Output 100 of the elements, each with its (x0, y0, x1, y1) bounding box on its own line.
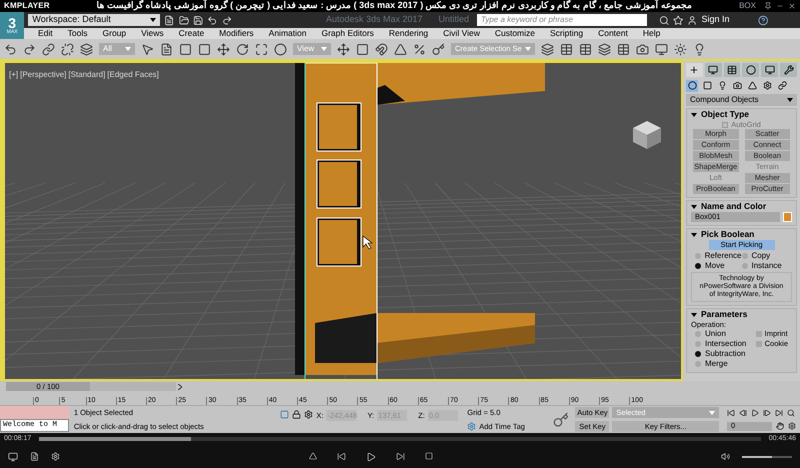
stack-icon[interactable] (598, 42, 611, 56)
move-icon[interactable] (217, 42, 230, 56)
radio-button[interactable] (742, 253, 748, 259)
radio-button[interactable] (695, 253, 701, 259)
go-to-start-icon[interactable] (727, 408, 735, 416)
next-frame-icon[interactable] (763, 408, 771, 416)
set-key-icon[interactable] (552, 412, 569, 428)
radio-button[interactable] (695, 263, 701, 269)
radio-button[interactable] (695, 361, 701, 367)
viewcube-icon[interactable] (633, 121, 661, 149)
rollout-title[interactable]: Name and Color (701, 200, 766, 213)
sphere-icon[interactable] (686, 80, 698, 92)
render-icon[interactable] (674, 42, 687, 56)
settings-icon[interactable] (51, 452, 60, 461)
camera-icon[interactable] (731, 80, 743, 92)
menu-item[interactable]: Graph Editors (321, 27, 374, 40)
radio-button[interactable] (695, 351, 701, 357)
helper-icon[interactable] (746, 80, 758, 92)
previous-icon[interactable] (336, 452, 346, 460)
link-icon[interactable] (42, 42, 55, 56)
open-folder-icon[interactable] (178, 14, 189, 26)
caret-icon[interactable] (691, 232, 697, 236)
menu-item[interactable]: Civil View (443, 27, 480, 40)
radio-button[interactable] (695, 331, 701, 337)
new-file-icon[interactable] (164, 14, 175, 26)
radio-button[interactable] (742, 263, 748, 269)
shapes-icon[interactable] (701, 80, 713, 92)
viewport-label[interactable]: [Standard] (68, 69, 106, 81)
rotate-icon[interactable] (236, 42, 249, 56)
caret-icon[interactable] (787, 98, 793, 102)
viewport-label[interactable]: [Perspective] (20, 69, 66, 81)
layers-icon[interactable] (80, 42, 93, 56)
rollout-title[interactable]: Parameters (701, 308, 748, 321)
caret-icon[interactable] (691, 312, 697, 316)
menu-item[interactable]: Tools (68, 27, 88, 40)
unlink-icon[interactable] (61, 42, 74, 56)
next-icon[interactable] (396, 452, 404, 460)
menu-item[interactable]: Create (178, 27, 204, 40)
save-icon[interactable] (192, 14, 204, 26)
pan-icon[interactable] (776, 422, 784, 430)
angle-snap-icon[interactable] (394, 42, 407, 56)
frame-window-icon[interactable] (655, 42, 668, 56)
create-tab-icon[interactable] (686, 63, 703, 77)
zoom-icon[interactable] (787, 408, 795, 416)
grid-icon[interactable] (617, 42, 630, 56)
menu-item[interactable]: Modifiers (219, 27, 254, 40)
object-color-swatch[interactable] (783, 212, 792, 222)
previous-frame-icon[interactable] (739, 408, 747, 416)
autogrid-checkbox[interactable] (722, 122, 728, 128)
volume-icon[interactable] (721, 452, 730, 461)
user-icon[interactable] (687, 14, 698, 26)
menu-item[interactable]: Help (642, 27, 660, 40)
caret-icon[interactable] (691, 112, 697, 116)
menu-item[interactable]: Edit (38, 27, 53, 40)
caret-icon[interactable] (150, 18, 156, 22)
menu-item[interactable]: Group (102, 27, 126, 40)
menu-item[interactable]: Content (598, 27, 628, 40)
menu-item[interactable]: Customize (494, 27, 535, 40)
frame-icon[interactable] (356, 42, 369, 56)
pointer-icon[interactable] (141, 42, 154, 56)
help-icon[interactable] (758, 14, 768, 26)
checkbox[interactable] (756, 331, 762, 337)
eject-icon[interactable] (308, 452, 316, 460)
box-label[interactable]: BOX (739, 0, 756, 12)
menu-item[interactable]: Rendering (388, 27, 428, 40)
pin-icon[interactable] (764, 2, 772, 10)
go-to-end-icon[interactable] (775, 408, 783, 416)
seek-bar[interactable] (39, 437, 761, 441)
table-icon[interactable] (579, 42, 592, 56)
category-dropdown[interactable]: Compound Objects (686, 94, 797, 106)
workspace-dropdown[interactable]: Workspace: Default (28, 14, 160, 26)
menu-item[interactable]: Scripting (550, 27, 584, 40)
close-icon[interactable] (788, 2, 796, 10)
undo-icon[interactable] (207, 14, 218, 26)
undo-icon[interactable] (4, 42, 17, 56)
rollout-title[interactable]: Pick Boolean (701, 228, 754, 241)
viewport-label[interactable]: [Edged Faces] (107, 69, 159, 81)
play-icon[interactable] (751, 408, 759, 416)
sign-in-link[interactable]: Sign In (702, 13, 730, 27)
radio-button[interactable] (695, 341, 701, 347)
percent-snap-icon[interactable] (413, 42, 426, 56)
rollout-title[interactable]: Object Type (701, 108, 750, 121)
link-icon[interactable] (776, 80, 788, 92)
search-field[interactable]: Type a keyword or phrase (477, 14, 647, 26)
viewport-label[interactable]: [+] (9, 69, 18, 81)
menu-item[interactable]: Animation (268, 27, 306, 40)
perspective-viewport[interactable]: [+] [Perspective] [Standard] [Edged Faces] (3, 61, 683, 381)
lock-icon[interactable] (292, 410, 302, 419)
menu-item[interactable]: Views (141, 27, 164, 40)
snap-icon[interactable] (375, 42, 388, 56)
stop-icon[interactable] (424, 452, 432, 460)
caret-icon[interactable] (691, 204, 697, 208)
square-icon[interactable] (198, 42, 211, 56)
redo-icon[interactable] (222, 14, 232, 26)
sphere-icon[interactable] (274, 42, 287, 56)
redo-icon[interactable] (23, 42, 36, 56)
utilities-tab-icon[interactable] (780, 63, 797, 77)
time-tag-icon[interactable] (467, 422, 476, 431)
star-icon[interactable] (672, 14, 684, 26)
checkbox[interactable] (756, 341, 762, 347)
